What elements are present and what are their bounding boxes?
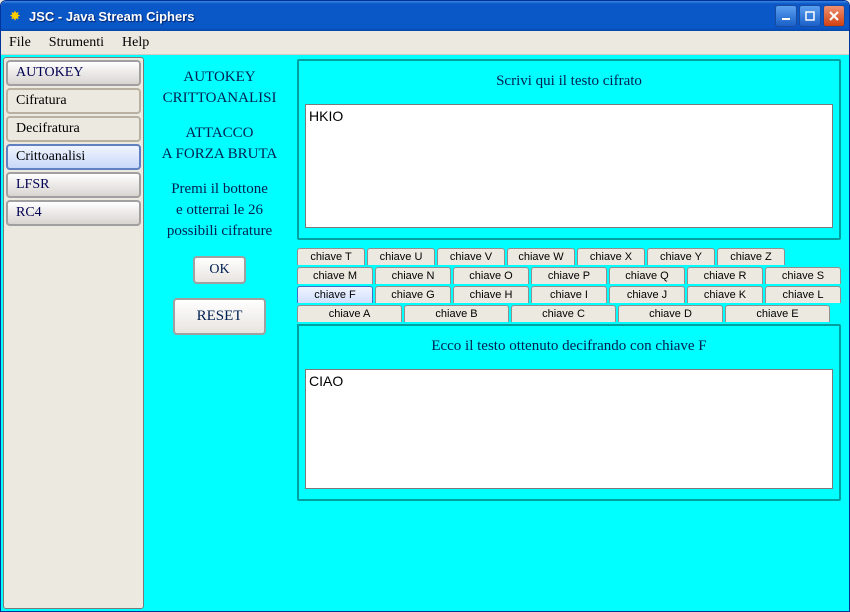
ok-button[interactable]: OK (193, 256, 245, 284)
minimize-button[interactable] (775, 5, 797, 27)
tabrow-4: chiave A chiave B chiave C chiave D chia… (297, 305, 841, 322)
heading-line1: AUTOKEY (163, 67, 277, 88)
key-tabs: chiave T chiave U chiave V chiave W chia… (297, 248, 841, 501)
tab-chiave-k[interactable]: chiave K (687, 286, 763, 303)
sidebar-header-rc4[interactable]: RC4 (6, 200, 141, 226)
info-panel: AUTOKEY CRITTOANALISI ATTACCO A FORZA BR… (148, 57, 291, 609)
menu-file[interactable]: File (5, 33, 35, 53)
sub-line1: ATTACCO (162, 123, 278, 144)
result-title: Ecco il testo ottenuto decifrando con ch… (305, 338, 833, 355)
tab-chiave-z[interactable]: chiave Z (717, 248, 785, 265)
tab-chiave-j[interactable]: chiave J (609, 286, 685, 303)
result-panel: Ecco il testo ottenuto decifrando con ch… (297, 324, 841, 501)
result-output[interactable] (305, 369, 833, 489)
sidebar: AUTOKEY Cifratura Decifratura Crittoanal… (3, 57, 144, 609)
tab-chiave-a[interactable]: chiave A (297, 305, 402, 322)
tab-chiave-o[interactable]: chiave O (453, 267, 529, 284)
tab-chiave-n[interactable]: chiave N (375, 267, 451, 284)
tab-chiave-c[interactable]: chiave C (511, 305, 616, 322)
tab-chiave-x[interactable]: chiave X (577, 248, 645, 265)
app-window: ✸ JSC - Java Stream Ciphers File Strumen… (0, 0, 850, 612)
instructions: Premi il bottone e otterrai le 26 possib… (167, 179, 272, 242)
maximize-button[interactable] (799, 5, 821, 27)
sidebar-item-decifratura[interactable]: Decifratura (6, 116, 141, 142)
reset-button[interactable]: RESET (173, 298, 267, 335)
desc1: Premi il bottone (167, 179, 272, 200)
menu-tools[interactable]: Strumenti (45, 33, 108, 53)
tab-chiave-g[interactable]: chiave G (375, 286, 451, 303)
window-title: JSC - Java Stream Ciphers (29, 9, 769, 24)
sidebar-item-cifratura[interactable]: Cifratura (6, 88, 141, 114)
tab-chiave-y[interactable]: chiave Y (647, 248, 715, 265)
ciphertext-panel: Scrivi qui il testo cifrato (297, 59, 841, 240)
close-button[interactable] (823, 5, 845, 27)
tabrow-3: chiave F chiave G chiave H chiave I chia… (297, 286, 841, 303)
tab-chiave-f[interactable]: chiave F (297, 286, 373, 303)
sub-line2: A FORZA BRUTA (162, 144, 278, 165)
titlebar[interactable]: ✸ JSC - Java Stream Ciphers (1, 1, 849, 31)
tab-chiave-u[interactable]: chiave U (367, 248, 435, 265)
tab-chiave-d[interactable]: chiave D (618, 305, 723, 322)
sidebar-header-autokey[interactable]: AUTOKEY (6, 60, 141, 86)
tabrow-2: chiave M chiave N chiave O chiave P chia… (297, 267, 841, 284)
tab-chiave-e[interactable]: chiave E (725, 305, 830, 322)
tab-chiave-h[interactable]: chiave H (453, 286, 529, 303)
desc2: e otterrai le 26 (167, 200, 272, 221)
tab-chiave-i[interactable]: chiave I (531, 286, 607, 303)
algo-heading: AUTOKEY CRITTOANALISI (163, 67, 277, 109)
tab-chiave-b[interactable]: chiave B (404, 305, 509, 322)
desc3: possibili cifrature (167, 221, 272, 242)
tab-chiave-v[interactable]: chiave V (437, 248, 505, 265)
tab-chiave-l[interactable]: chiave L (765, 286, 841, 303)
app-icon: ✸ (7, 8, 23, 24)
menubar: File Strumenti Help (1, 31, 849, 55)
window-buttons (775, 5, 845, 27)
attack-heading: ATTACCO A FORZA BRUTA (162, 123, 278, 165)
tabrow-1: chiave T chiave U chiave V chiave W chia… (297, 248, 841, 265)
sidebar-item-crittoanalisi[interactable]: Crittoanalisi (6, 144, 141, 170)
main-panel: Scrivi qui il testo cifrato chiave T chi… (295, 57, 847, 609)
menu-help[interactable]: Help (118, 33, 153, 53)
ciphertext-title: Scrivi qui il testo cifrato (305, 73, 833, 90)
sidebar-header-lfsr[interactable]: LFSR (6, 172, 141, 198)
tab-chiave-s[interactable]: chiave S (765, 267, 841, 284)
tab-chiave-p[interactable]: chiave P (531, 267, 607, 284)
heading-line2: CRITTOANALISI (163, 88, 277, 109)
tab-chiave-w[interactable]: chiave W (507, 248, 575, 265)
tab-chiave-r[interactable]: chiave R (687, 267, 763, 284)
client-area: AUTOKEY Cifratura Decifratura Crittoanal… (1, 55, 849, 611)
tab-chiave-t[interactable]: chiave T (297, 248, 365, 265)
ciphertext-input[interactable] (305, 104, 833, 228)
tab-chiave-m[interactable]: chiave M (297, 267, 373, 284)
tab-chiave-q[interactable]: chiave Q (609, 267, 685, 284)
